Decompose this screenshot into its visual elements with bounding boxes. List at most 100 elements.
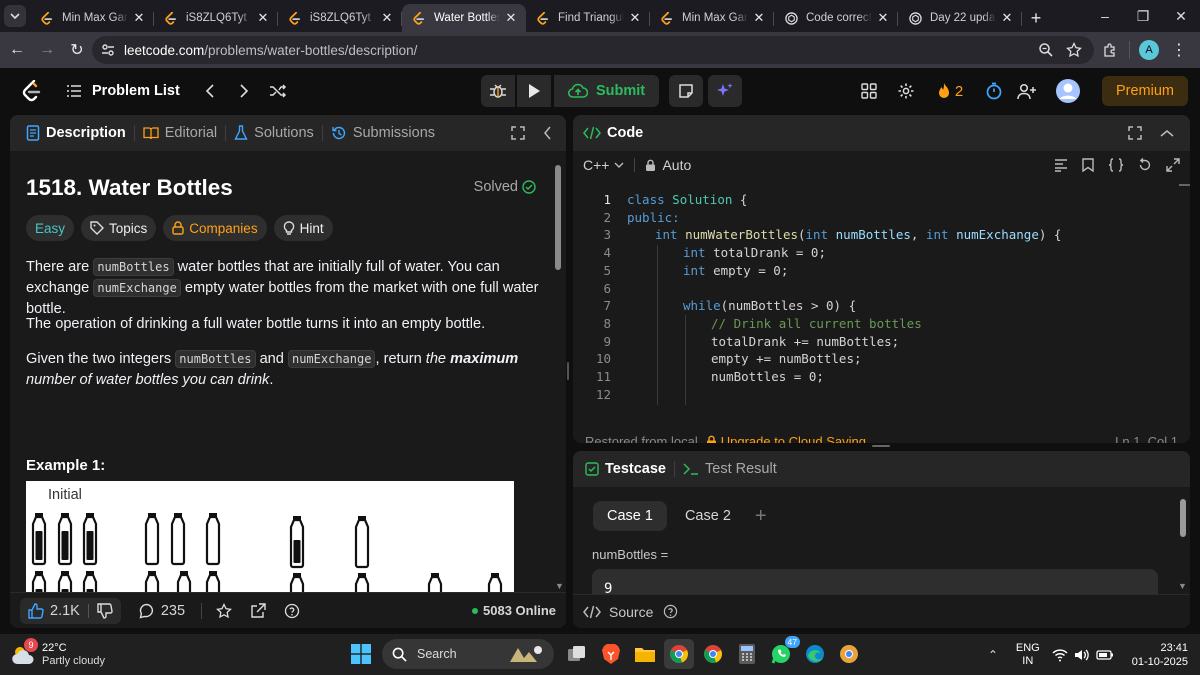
format-icon[interactable] bbox=[1054, 158, 1068, 172]
chrome-icon[interactable] bbox=[698, 639, 728, 669]
code-editor[interactable]: 1 2 3 4 5 6 7 8 9 10 11 12 class Solutio… bbox=[573, 187, 1190, 417]
companies-button[interactable]: Companies bbox=[163, 215, 267, 241]
leetcode-logo[interactable] bbox=[20, 80, 44, 102]
tab-search-button[interactable] bbox=[0, 0, 30, 32]
maximize-icon[interactable] bbox=[511, 126, 525, 140]
forward-button[interactable]: → bbox=[32, 35, 62, 65]
site-info-icon[interactable] bbox=[100, 42, 116, 58]
taskbar-search[interactable]: Search bbox=[382, 639, 554, 669]
language-select[interactable]: C++ bbox=[583, 157, 624, 173]
streak-counter[interactable]: 2 bbox=[930, 82, 970, 100]
close-tab-icon[interactable]: ✕ bbox=[132, 10, 146, 25]
whatsapp-icon[interactable]: 47 bbox=[766, 636, 800, 669]
debug-button[interactable] bbox=[481, 75, 515, 107]
add-friend-button[interactable] bbox=[1012, 82, 1042, 100]
brave-icon[interactable] bbox=[596, 639, 626, 669]
scroll-down-icon[interactable]: ▼ bbox=[1178, 581, 1187, 591]
mode-auto[interactable]: Auto bbox=[645, 157, 691, 173]
back-button[interactable]: ← bbox=[2, 35, 32, 65]
braces-icon[interactable] bbox=[1108, 158, 1124, 172]
close-tab-icon[interactable]: ✕ bbox=[752, 10, 766, 25]
close-tab-icon[interactable]: ✕ bbox=[628, 10, 642, 25]
tab-test-result[interactable]: Test Result bbox=[677, 451, 783, 487]
close-tab-icon[interactable]: ✕ bbox=[1000, 10, 1014, 25]
tab-solutions[interactable]: Solutions bbox=[228, 115, 320, 151]
tab-description[interactable]: Description bbox=[20, 115, 132, 151]
chrome-icon-active[interactable] bbox=[664, 639, 694, 669]
source-button[interactable]: Source bbox=[609, 604, 653, 620]
timer-button[interactable] bbox=[976, 82, 1012, 100]
submit-button[interactable]: Submit bbox=[554, 75, 660, 107]
tab-submissions[interactable]: Submissions bbox=[325, 115, 441, 151]
chrome-canary-icon[interactable] bbox=[834, 639, 864, 669]
help-icon[interactable] bbox=[284, 603, 300, 619]
bookmark-star-icon[interactable] bbox=[1066, 42, 1082, 58]
collapse-up-icon[interactable] bbox=[1160, 129, 1174, 138]
vertical-resize-handle[interactable] bbox=[567, 362, 569, 380]
system-tray[interactable] bbox=[1052, 648, 1114, 662]
case-2-tab[interactable]: Case 2 bbox=[675, 501, 741, 531]
browser-tab[interactable]: iS8ZLQ6Tyt - Lee ✕ bbox=[278, 4, 402, 32]
collapse-left-icon[interactable] bbox=[543, 126, 552, 140]
reset-icon[interactable] bbox=[1138, 158, 1152, 172]
language-indicator[interactable]: ENG IN bbox=[1016, 642, 1040, 668]
settings-button[interactable] bbox=[886, 82, 926, 100]
prev-problem-button[interactable] bbox=[198, 84, 222, 98]
address-bar[interactable]: leetcode.com/problems/water-bottles/desc… bbox=[92, 36, 1094, 64]
editor-scrollbar[interactable] bbox=[1179, 184, 1190, 186]
task-view-icon[interactable] bbox=[562, 639, 592, 669]
upgrade-cloud-link[interactable]: Upgrade to Cloud Saving bbox=[706, 434, 866, 443]
like-button[interactable]: 2.1K bbox=[20, 597, 121, 624]
layout-button[interactable] bbox=[852, 83, 886, 99]
description-scrollbar[interactable] bbox=[555, 165, 561, 270]
close-tab-icon[interactable]: ✕ bbox=[256, 10, 270, 25]
case-1-tab[interactable]: Case 1 bbox=[593, 501, 667, 531]
clock[interactable]: 23:41 01-10-2025 bbox=[1132, 641, 1188, 669]
close-tab-icon[interactable]: ✕ bbox=[876, 10, 890, 25]
close-tab-icon[interactable]: ✕ bbox=[504, 10, 518, 25]
browser-tab[interactable]: Min Max Game ✕ bbox=[30, 4, 154, 32]
tab-editorial[interactable]: Editorial bbox=[137, 115, 223, 151]
maximize-icon[interactable] bbox=[1128, 126, 1142, 140]
browser-tab[interactable]: Day 22 update ✕ bbox=[898, 4, 1022, 32]
comments-button[interactable]: 235 bbox=[139, 603, 185, 619]
add-case-button[interactable]: + bbox=[755, 505, 767, 528]
restore-button[interactable]: ❐ bbox=[1124, 0, 1162, 32]
star-icon[interactable] bbox=[216, 602, 232, 619]
new-tab-button[interactable]: + bbox=[1022, 4, 1050, 32]
close-tab-icon[interactable]: ✕ bbox=[380, 10, 394, 25]
fullscreen-icon[interactable] bbox=[1166, 158, 1180, 172]
premium-button[interactable]: Premium bbox=[1101, 76, 1188, 106]
zoom-icon[interactable] bbox=[1038, 42, 1054, 58]
next-problem-button[interactable] bbox=[232, 84, 256, 98]
horizontal-resize-handle[interactable] bbox=[872, 445, 890, 447]
weather-widget[interactable]: 9 22°C Partly cloudy bbox=[10, 637, 105, 668]
show-hidden-icons[interactable]: ⌃ bbox=[988, 648, 998, 662]
bookmark-icon[interactable] bbox=[1082, 158, 1094, 172]
notes-button[interactable] bbox=[669, 75, 704, 107]
browser-tab[interactable]: Find Triangular S ✕ bbox=[526, 4, 650, 32]
testcase-scrollbar[interactable] bbox=[1180, 499, 1186, 537]
browser-menu-button[interactable]: ⋮ bbox=[1164, 35, 1194, 65]
ai-assist-button[interactable] bbox=[708, 75, 743, 107]
tab-testcase[interactable]: Testcase bbox=[583, 451, 672, 487]
random-problem-button[interactable] bbox=[266, 84, 290, 98]
extensions-icon[interactable] bbox=[1095, 35, 1125, 65]
scroll-down-icon[interactable]: ▼ bbox=[555, 581, 564, 591]
profile-avatar[interactable]: A bbox=[1134, 35, 1164, 65]
hint-button[interactable]: Hint bbox=[273, 215, 333, 241]
tab-code[interactable]: Code bbox=[583, 115, 649, 151]
problem-list-button[interactable]: Problem List bbox=[66, 83, 180, 99]
calculator-icon[interactable] bbox=[732, 639, 762, 669]
reload-button[interactable]: ↻ bbox=[62, 35, 92, 65]
share-icon[interactable] bbox=[250, 602, 266, 619]
topics-button[interactable]: Topics bbox=[81, 215, 157, 241]
browser-tab-active[interactable]: Water Bottles - L ✕ bbox=[402, 4, 526, 32]
thumbs-down-icon[interactable] bbox=[97, 602, 113, 619]
file-explorer-icon[interactable] bbox=[630, 639, 660, 669]
browser-tab[interactable]: Code correction ✕ bbox=[774, 4, 898, 32]
start-button[interactable] bbox=[346, 639, 376, 669]
edge-icon[interactable] bbox=[800, 639, 830, 669]
browser-tab[interactable]: iS8ZLQ6Tyt - Lee ✕ bbox=[154, 4, 278, 32]
help-icon[interactable] bbox=[663, 604, 678, 619]
